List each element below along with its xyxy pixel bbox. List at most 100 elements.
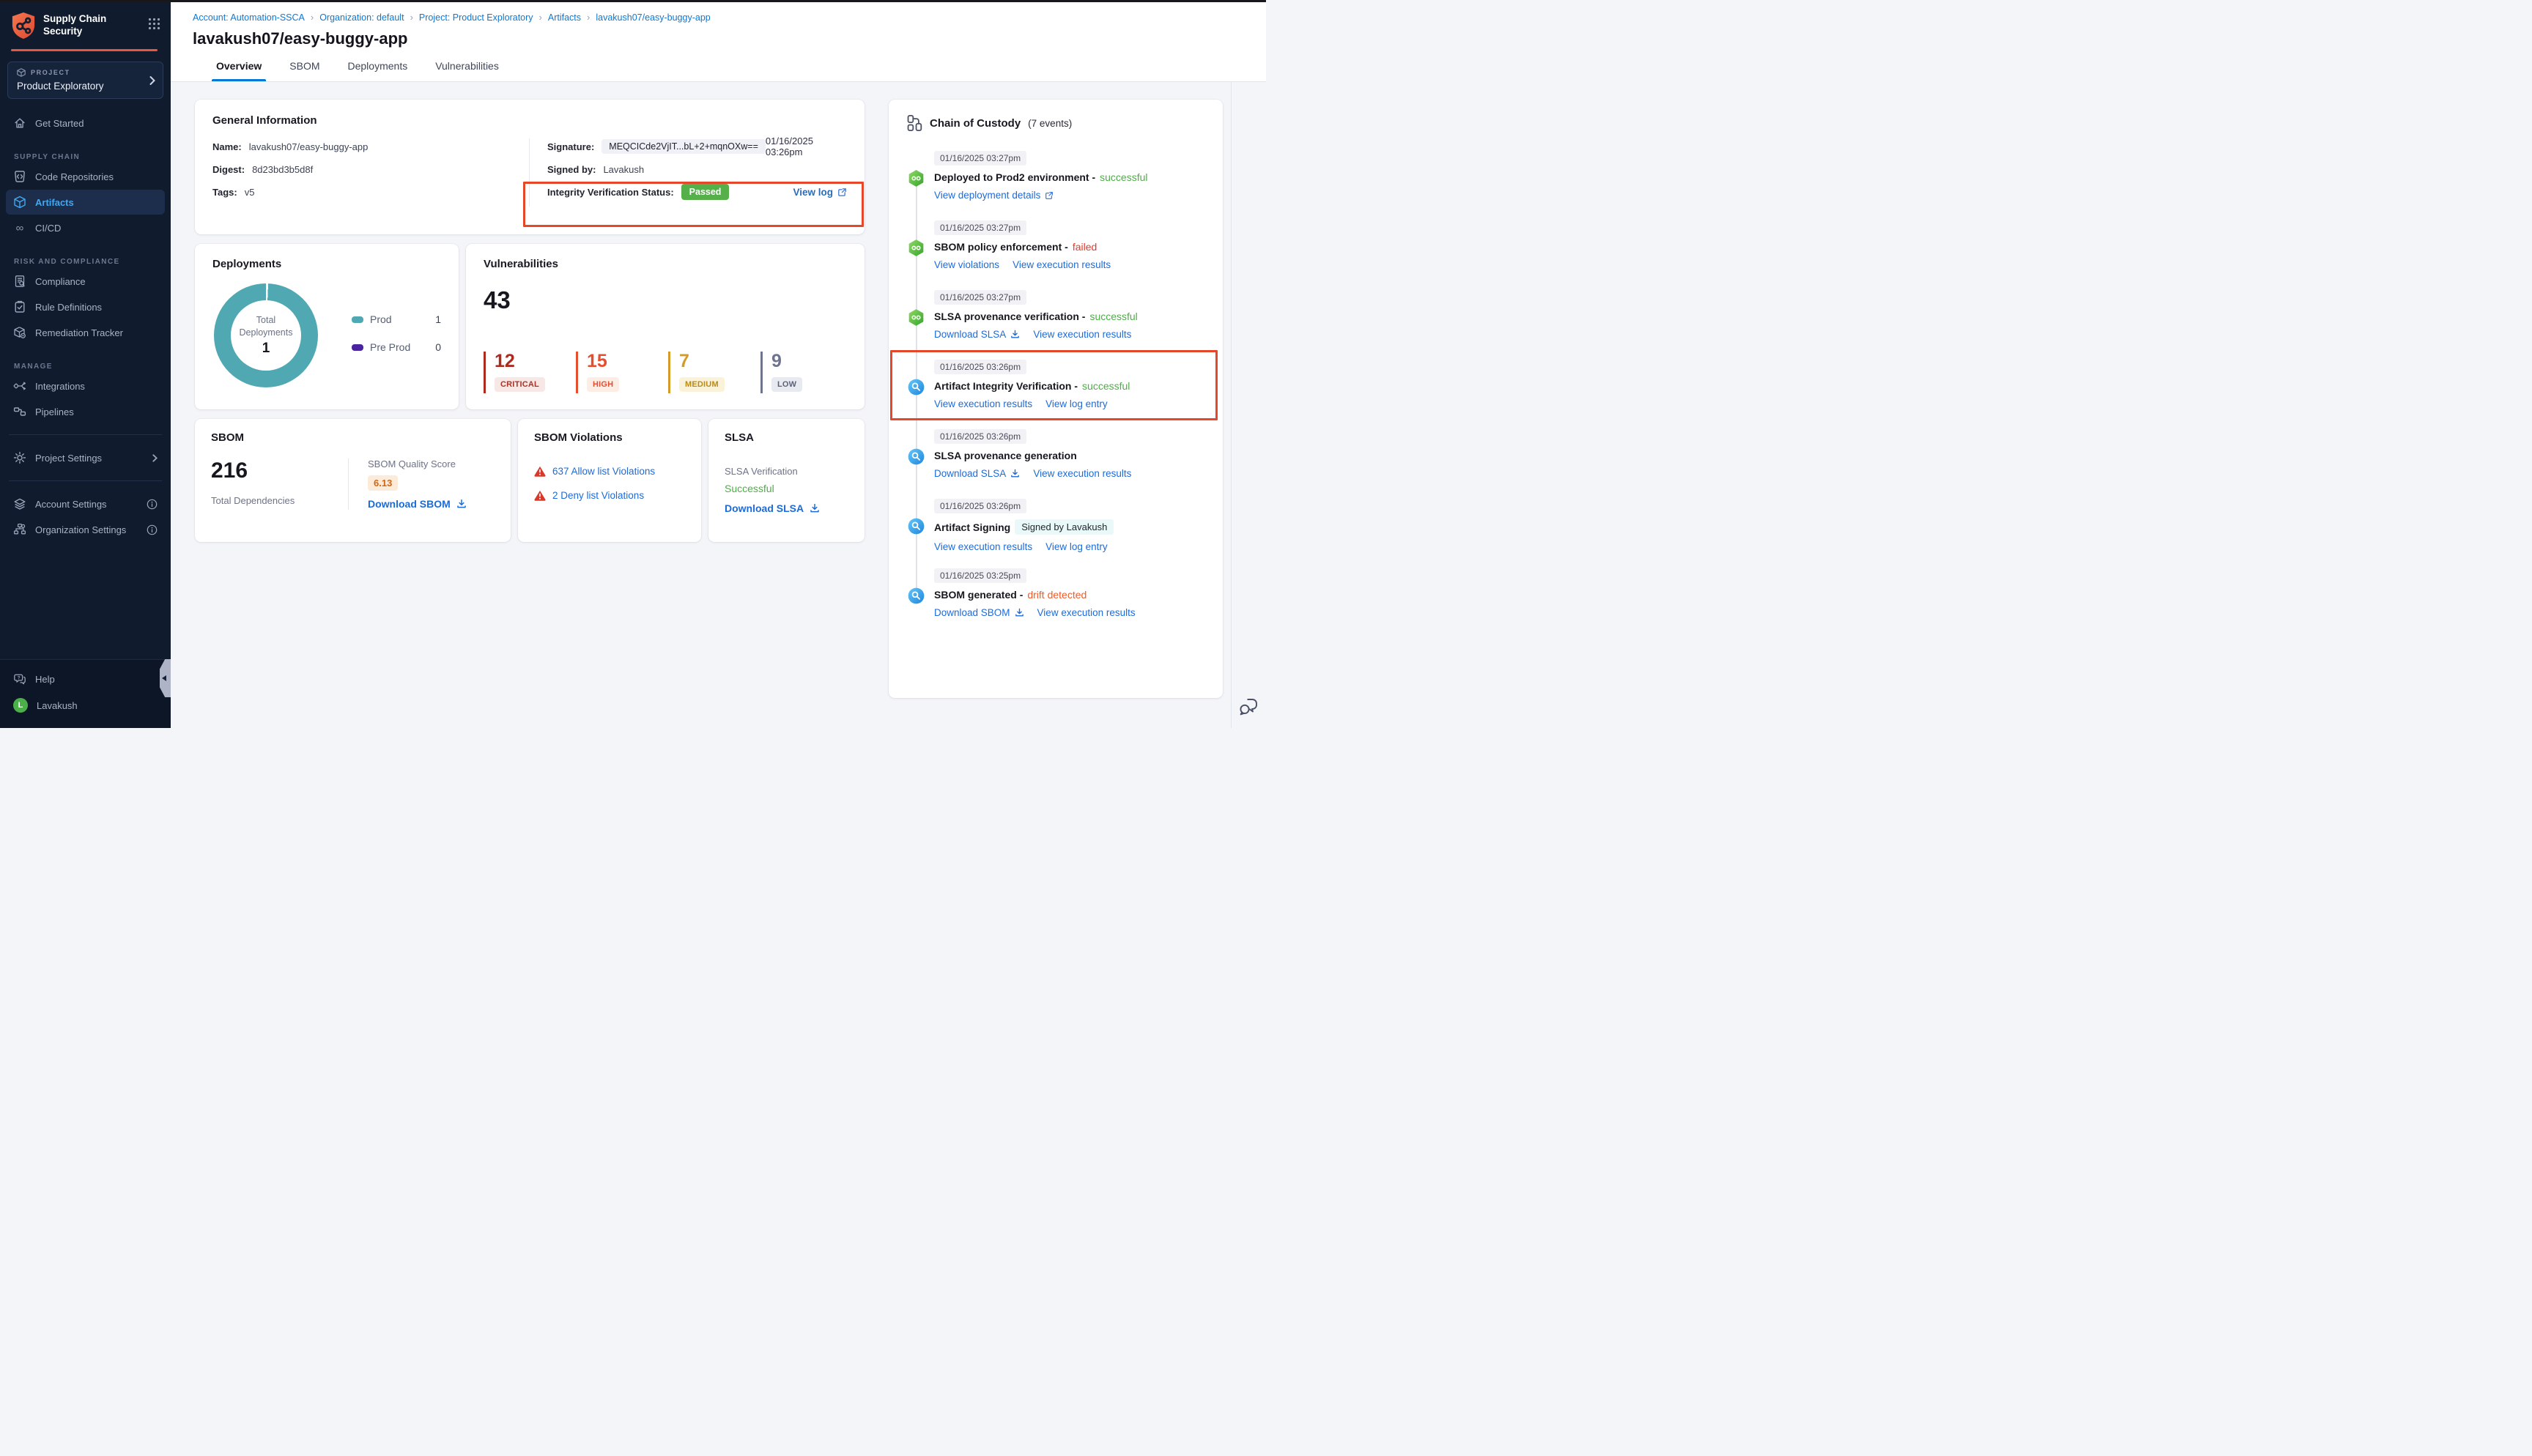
deployments-card: Deployments TotalDeployments 1 Prod [195,244,459,409]
sidebar-item-pipelines[interactable]: Pipelines [6,399,165,424]
view-execution-results-link[interactable]: View execution results [1013,259,1111,270]
sidebar-item-remediation-tracker[interactable]: Remediation Tracker [6,320,165,345]
artifacts-cube-icon [13,196,26,209]
breadcrumb-current[interactable]: lavakush07/easy-buggy-app [596,12,710,23]
severity-high: 15 HIGH [576,352,646,393]
digest-value: 8d23bd3b5d8f [252,164,313,175]
tags-label: Tags: [212,187,237,198]
allow-list-violations-link[interactable]: 637 Allow list Violations [552,466,655,477]
project-selector[interactable]: PROJECT Product Exploratory [7,62,163,99]
card-title: SLSA [725,431,848,444]
sidebar-item-label: Rule Definitions [35,302,102,313]
timeline-event-artifact-signing: 01/16/2025 03:26pm Artifact SigningSigne… [906,499,1205,556]
download-slsa-link[interactable]: Download SLSA [934,468,1020,479]
sidebar-item-organization-settings[interactable]: Organization Settings [6,517,165,542]
sidebar-item-label: CI/CD [35,223,61,234]
sidebar-item-artifacts[interactable]: Artifacts [6,190,165,215]
signature-value: MEQCICde2VjIT...bL+2+mqnOXw== [601,139,766,154]
signed-by-label: Signed by: [547,164,596,175]
tab-overview[interactable]: Overview [216,60,262,81]
view-log-link[interactable]: View log [793,187,847,198]
clipboard-check-icon [13,300,26,313]
download-slsa-link[interactable]: Download SLSA [725,502,848,514]
sidebar-item-cicd[interactable]: ∞ CI/CD [6,215,165,240]
timeline-event-sbom-generated: 01/16/2025 03:25pm SBOM generated -drift… [906,568,1205,625]
breadcrumb-project[interactable]: Project: Product Exploratory [419,12,533,23]
download-sbom-label: Download SBOM [368,498,451,510]
info-icon[interactable] [147,499,158,510]
app-switcher-grid-icon[interactable] [148,18,160,30]
sidebar-item-integrations[interactable]: Integrations [6,374,165,398]
sidebar-item-rule-definitions[interactable]: Rule Definitions [6,294,165,319]
event-title: SBOM policy enforcement - [934,241,1068,253]
sbom-quality-score-label: SBOM Quality Score [368,458,495,469]
sidebar-item-code-repositories[interactable]: Code Repositories [6,164,165,189]
sidebar-item-label: Compliance [35,276,86,287]
sidebar-item-compliance[interactable]: Compliance [6,269,165,294]
sidebar-item-label: Remediation Tracker [35,327,123,338]
sidebar-item-account-settings[interactable]: Account Settings [6,491,165,516]
download-icon [1015,608,1024,617]
event-status: successful [1089,311,1137,322]
event-timestamp: 01/16/2025 03:26pm [934,499,1026,513]
legend-value: 1 [435,313,441,325]
view-execution-results-link[interactable]: View execution results [1033,468,1131,479]
sidebar-item-user[interactable]: L Lavakush [6,692,165,718]
view-execution-results-link[interactable]: View execution results [1037,607,1136,618]
breadcrumb-organization[interactable]: Organization: default [319,12,404,23]
card-title: Vulnerabilities [484,258,847,270]
deployments-legend: Prod 1 Pre Prod 0 [352,313,441,369]
pipeline-hexagon-icon [908,309,925,326]
tab-sbom[interactable]: SBOM [289,60,319,81]
breadcrumb-account[interactable]: Account: Automation-SSCA [193,12,305,23]
download-sbom-link[interactable]: Download SBOM [934,607,1024,618]
view-execution-results-link[interactable]: View execution results [1033,329,1131,340]
chain-of-custody-title: Chain of Custody [930,117,1021,130]
integrity-status-label: Integrity Verification Status: [547,187,674,198]
event-title: Deployed to Prod2 environment - [934,171,1095,183]
sidebar-item-label: Pipelines [35,406,74,417]
total-dependencies-value: 216 [211,458,348,483]
code-repository-icon [13,170,26,183]
sidebar-item-project-settings[interactable]: Project Settings [6,445,165,470]
view-violations-link[interactable]: View violations [934,259,999,270]
view-execution-results-link[interactable]: View execution results [934,541,1032,552]
total-deployments-value: 1 [262,341,270,357]
tab-deployments[interactable]: Deployments [348,60,408,81]
deny-list-violations-link[interactable]: 2 Deny list Violations [552,490,644,501]
legend-label: Prod [370,313,392,325]
help-chat-icon: ? [13,672,26,686]
download-slsa-link[interactable]: Download SLSA [934,329,1020,340]
info-icon[interactable] [147,524,158,535]
sidebar-item-label: Organization Settings [35,524,126,535]
breadcrumb-separator: › [410,12,413,23]
project-label: PROJECT [31,69,70,76]
download-sbom-link[interactable]: Download SBOM [368,498,495,510]
event-timestamp: 01/16/2025 03:27pm [934,290,1026,305]
deployments-donut-chart: TotalDeployments 1 [214,283,318,387]
chat-support-icon[interactable] [1238,698,1258,716]
view-log-entry-link[interactable]: View log entry [1045,398,1108,409]
event-timestamp: 01/16/2025 03:27pm [934,151,1026,166]
view-log-entry-link[interactable]: View log entry [1045,541,1108,552]
view-deployment-details-link[interactable]: View deployment details [934,190,1054,201]
sidebar-item-label: Help [35,674,55,685]
external-link-icon [837,187,847,197]
scan-circle-icon [908,587,925,604]
events-count: (7 events) [1028,118,1072,129]
remediation-tracker-icon [13,326,26,339]
view-execution-results-link[interactable]: View execution results [934,398,1032,409]
download-icon [1010,469,1020,478]
sidebar-item-help[interactable]: ? Help [6,666,165,691]
event-timestamp: 01/16/2025 03:25pm [934,568,1026,583]
scan-circle-icon [908,518,925,535]
breadcrumb-separator: › [587,12,590,23]
slsa-verification-status: Successful [725,483,848,494]
sidebar-item-get-started[interactable]: Get Started [6,111,165,135]
tab-vulnerabilities[interactable]: Vulnerabilities [435,60,499,81]
severity-low: 9 LOW [760,352,831,393]
breadcrumb-artifacts[interactable]: Artifacts [548,12,581,23]
signature-date: 01/16/2025 03:26pm [766,135,847,157]
legend-label: Pre Prod [370,341,410,353]
breadcrumb-separator: › [311,12,314,23]
